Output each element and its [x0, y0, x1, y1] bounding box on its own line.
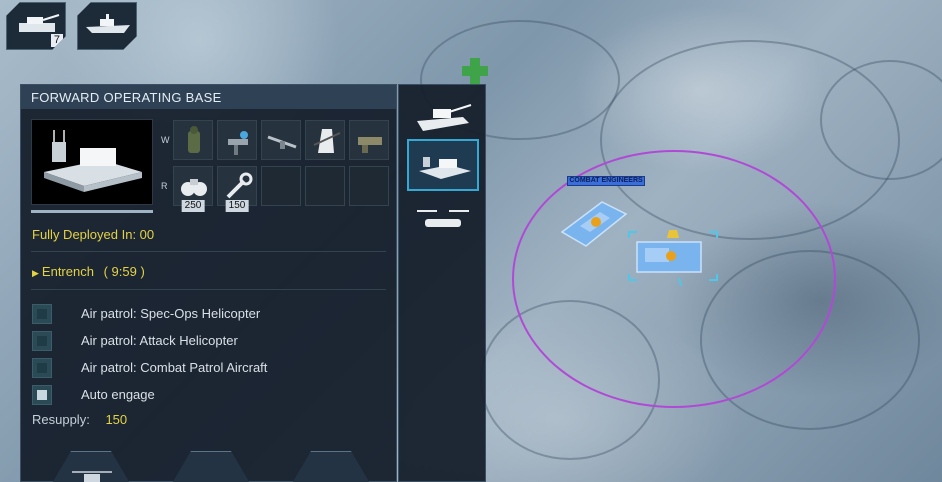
forward-operating-base-icon [44, 130, 142, 192]
checkbox[interactable] [32, 385, 52, 405]
unit-card-warship[interactable] [77, 2, 137, 50]
resource-row-label: R [161, 181, 168, 191]
resupply-info: Resupply: 150 [32, 412, 127, 427]
air-patrol-attack-helicopter-option[interactable]: Air patrol: Attack Helicopter [32, 331, 382, 351]
turret-gunner-icon [228, 131, 248, 155]
unit-name-label: COMBAT ENGINEERS [567, 176, 645, 186]
resource-slot[interactable]: 250 [173, 166, 213, 212]
tiltrotor-icon [417, 210, 469, 227]
deploy-status: Fully Deployed In: 00 [32, 227, 155, 242]
unit-preview-image [31, 119, 153, 205]
air-patrol-combat-patrol-option[interactable]: Air patrol: Combat Patrol Aircraft [32, 358, 382, 378]
weapon-slot[interactable] [349, 120, 389, 160]
entrench-button[interactable]: ▶ Entrench ( 9:59 ) [32, 264, 145, 279]
medical-cross-icon[interactable] [460, 56, 490, 86]
checkbox[interactable] [32, 358, 52, 378]
resource-count: 250 [181, 200, 205, 212]
air-patrol-spec-ops-option[interactable]: Air patrol: Spec-Ops Helicopter [32, 304, 382, 324]
unit-card-light-tank[interactable]: 7 [6, 2, 66, 50]
forward-operating-base-unit[interactable] [625, 228, 721, 288]
auto-engage-option[interactable]: Auto engage [32, 385, 382, 405]
weapon-row-label: W [161, 135, 170, 145]
binoculars-icon [181, 179, 207, 196]
helicopter-icon [52, 452, 132, 482]
triangle-right-icon: ▶ [32, 268, 39, 278]
gatling-gun-icon [358, 137, 382, 153]
rifle-icon [267, 135, 297, 149]
weapon-slot[interactable] [217, 120, 257, 160]
entrench-label: Entrench [41, 264, 94, 279]
forward-operating-base-icon [419, 157, 471, 179]
soldier-icon [188, 126, 200, 153]
sniper-icon [313, 129, 341, 153]
divider [31, 251, 386, 252]
entrench-timer: ( 9:59 ) [103, 264, 145, 279]
checkbox[interactable] [32, 304, 52, 324]
unit-list-sidebar [398, 84, 486, 482]
option-label: Air patrol: Spec-Ops Helicopter [81, 306, 261, 321]
action-button[interactable] [291, 451, 371, 482]
wrench-icon [226, 172, 253, 199]
warship-icon [84, 9, 132, 39]
resupply-label: Resupply: [32, 412, 90, 427]
unit-list-item-tank[interactable] [407, 89, 479, 141]
unit-list-item-forward-operating-base[interactable] [407, 139, 479, 191]
deploy-helicopter-button[interactable] [51, 451, 131, 482]
weapon-slot[interactable] [305, 120, 345, 160]
unit-info-panel: FORWARD OPERATING BASE W R 250 150 Fully… [20, 84, 397, 482]
resupply-value: 150 [105, 412, 128, 427]
resource-slot-empty[interactable] [305, 166, 345, 206]
weapon-slot[interactable] [173, 120, 213, 160]
option-label: Auto engage [81, 387, 155, 402]
panel-title: FORWARD OPERATING BASE [21, 85, 396, 109]
resource-slot-empty[interactable] [349, 166, 389, 206]
deploy-progress-bar [31, 210, 153, 213]
option-label: Air patrol: Attack Helicopter [81, 333, 238, 348]
unit-list-item-tiltrotor[interactable] [407, 195, 479, 247]
checkbox[interactable] [32, 331, 52, 351]
action-button[interactable] [171, 451, 251, 482]
weapon-slot[interactable] [261, 120, 301, 160]
combat-engineers-unit[interactable] [558, 194, 630, 254]
option-label: Air patrol: Combat Patrol Aircraft [81, 360, 268, 375]
resource-slot-empty[interactable] [261, 166, 301, 206]
tank-icon [417, 104, 472, 131]
divider [31, 289, 386, 290]
resource-slot[interactable]: 150 [217, 166, 257, 212]
resource-count: 150 [225, 200, 249, 212]
